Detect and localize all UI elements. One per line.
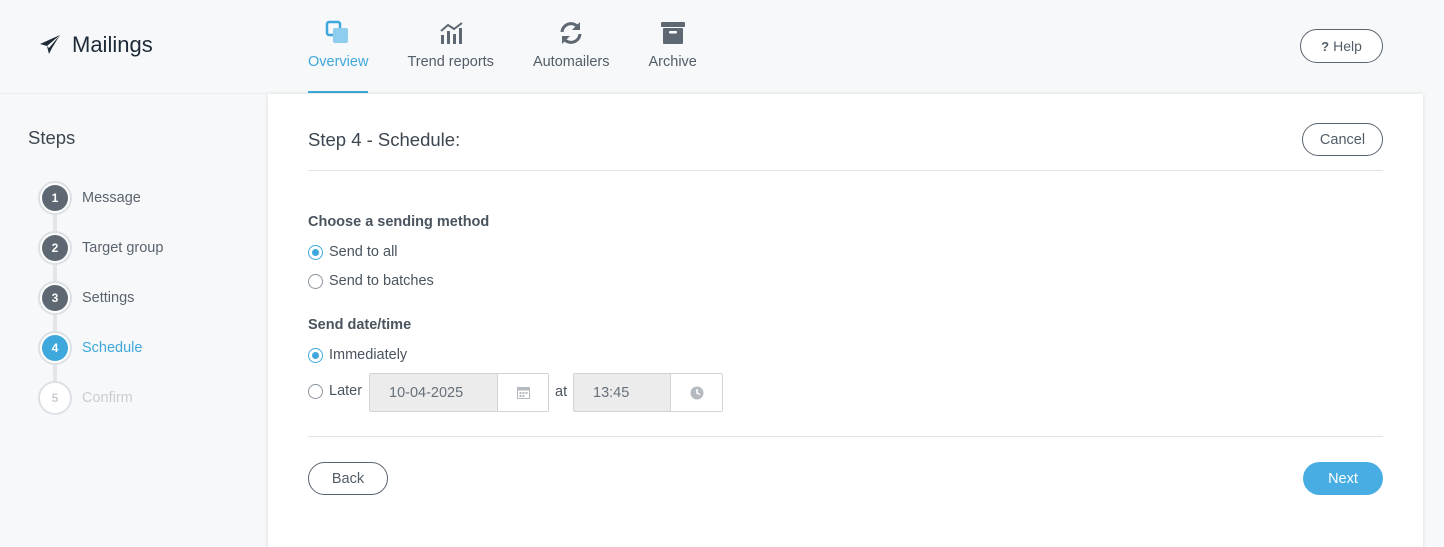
title-divider [308, 170, 1383, 171]
cancel-button[interactable]: Cancel [1302, 123, 1383, 156]
footer-divider [308, 436, 1383, 437]
radio-button[interactable] [308, 273, 323, 289]
tab-overview[interactable]: Overview [308, 0, 369, 93]
radio-immediately[interactable]: Immediately [308, 347, 407, 363]
step-number-badge: 1 [38, 181, 72, 215]
sending-method-label: Choose a sending method [308, 214, 490, 230]
step-number-badge: 2 [38, 231, 72, 265]
back-button[interactable]: Back [308, 462, 388, 495]
main-nav: Overview Trend reports Automailers Archi… [308, 0, 736, 93]
brand[interactable]: Mailings [38, 32, 153, 58]
tab-trend-reports[interactable]: Trend reports [407, 0, 494, 93]
radio-later[interactable]: Later [308, 383, 362, 399]
step-number-badge: 4 [38, 331, 72, 365]
question-icon: ? [1321, 38, 1330, 54]
step-label: Confirm [82, 390, 133, 406]
tab-archive[interactable]: Archive [649, 0, 697, 93]
radio-button[interactable] [308, 244, 323, 260]
app-title: Mailings [72, 32, 153, 57]
tab-automailers-label: Automailers [532, 54, 610, 70]
clock-button[interactable] [671, 374, 722, 411]
overview-squares-icon [325, 20, 351, 46]
step-number-badge: 3 [38, 281, 72, 315]
time-input-group [573, 373, 723, 412]
calendar-icon [516, 387, 530, 399]
tab-archive-label: Archive [648, 54, 697, 70]
date-input-group [369, 373, 549, 412]
help-label: Help [1333, 38, 1362, 54]
radio-send-to-batches[interactable]: Send to batches [308, 273, 434, 289]
page-title: Step 4 - Schedule: [308, 129, 461, 150]
radio-send-to-all[interactable]: Send to all [308, 244, 398, 260]
radio-label: Later [329, 383, 363, 399]
step-confirm: 5 Confirm [38, 381, 133, 415]
at-label: at [555, 384, 568, 400]
radio-button[interactable] [308, 383, 323, 399]
radio-label: Send to batches [329, 273, 434, 289]
help-button[interactable]: ? Help [1300, 29, 1383, 63]
step-label: Target group [82, 240, 164, 256]
calendar-button[interactable] [498, 374, 548, 411]
send-datetime-label: Send date/time [308, 317, 412, 333]
date-field[interactable] [370, 374, 498, 411]
tab-automailers[interactable]: Automailers [533, 0, 610, 93]
time-field[interactable] [574, 374, 671, 411]
radio-button[interactable] [308, 347, 323, 363]
clock-icon [690, 386, 703, 399]
step-label: Message [82, 190, 141, 206]
header-divider [0, 93, 268, 94]
next-button[interactable]: Next [1303, 462, 1383, 495]
step-label: Settings [82, 290, 135, 306]
paper-plane-icon [40, 35, 60, 54]
schedule-card: Step 4 - Schedule: Cancel Choose a sendi… [268, 94, 1423, 547]
step-number-badge: 5 [38, 381, 72, 415]
trend-chart-icon [438, 20, 464, 46]
step-target-group[interactable]: 2 Target group [38, 231, 163, 265]
tab-overview-label: Overview [308, 54, 369, 70]
radio-label: Send to all [329, 244, 398, 260]
steps-title: Steps [28, 127, 76, 148]
step-schedule[interactable]: 4 Schedule [38, 331, 142, 365]
step-message[interactable]: 1 Message [38, 181, 141, 215]
radio-label: Immediately [329, 347, 408, 363]
refresh-icon [558, 20, 584, 46]
archive-box-icon [660, 20, 686, 46]
step-settings[interactable]: 3 Settings [38, 281, 134, 315]
step-label: Schedule [82, 340, 143, 356]
tab-trend-reports-label: Trend reports [407, 54, 494, 70]
